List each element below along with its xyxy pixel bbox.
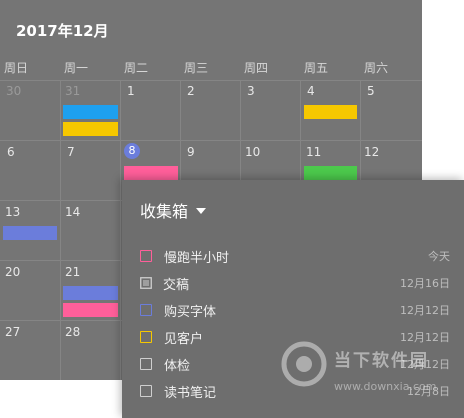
task-checkbox[interactable] xyxy=(140,250,152,262)
weekday-sun: 周日 xyxy=(4,61,29,75)
task-date: 12月12日 xyxy=(400,331,450,344)
event-bar-yellow[interactable] xyxy=(63,122,118,136)
day-cell-label[interactable]: 21 xyxy=(65,265,80,279)
grid-line xyxy=(0,140,422,141)
month-title: 2017年12月 xyxy=(16,22,109,40)
task-item[interactable]: 慢跑半小时 今天 xyxy=(140,246,450,266)
inbox-dropdown[interactable]: 收集箱 xyxy=(140,198,207,222)
task-item[interactable]: 见客户 12月12日 xyxy=(140,327,450,347)
caret-down-icon xyxy=(196,208,207,214)
event-bar-green[interactable] xyxy=(304,166,357,180)
today-marker[interactable]: 8 xyxy=(124,143,140,159)
event-bar-pink[interactable] xyxy=(63,303,118,317)
day-cell-label[interactable]: 13 xyxy=(5,205,20,219)
day-cell-label[interactable]: 5 xyxy=(367,84,375,98)
day-cell-label[interactable]: 9 xyxy=(187,145,195,159)
task-date: 12月16日 xyxy=(400,277,450,290)
day-cell-label[interactable]: 30 xyxy=(6,84,21,98)
task-item[interactable]: 读书笔记 12月8日 xyxy=(140,381,450,401)
task-checkbox[interactable] xyxy=(140,358,152,370)
weekday-header: 周日 周一 周二 周三 周四 周五 周六 xyxy=(0,59,422,79)
day-cell-label[interactable]: 12 xyxy=(364,145,379,159)
weekday-thu: 周四 xyxy=(244,61,269,75)
day-cell-label[interactable]: 6 xyxy=(7,145,15,159)
day-cell-label[interactable]: 14 xyxy=(65,205,80,219)
task-checkbox[interactable] xyxy=(140,304,152,316)
task-label: 交稿 xyxy=(163,277,190,293)
day-cell-label[interactable]: 27 xyxy=(5,325,20,339)
day-cell-label[interactable]: 20 xyxy=(5,265,20,279)
weekday-fri: 周五 xyxy=(304,61,329,75)
task-date: 12月12日 xyxy=(400,358,450,371)
document-icon[interactable] xyxy=(140,277,152,289)
day-cell-label[interactable]: 7 xyxy=(67,145,75,159)
task-label: 见客户 xyxy=(164,331,204,347)
task-label: 慢跑半小时 xyxy=(164,250,230,266)
day-cell-label[interactable]: 10 xyxy=(245,145,260,159)
event-bar-purple[interactable] xyxy=(63,286,118,300)
inbox-panel: 收集箱 慢跑半小时 今天 交稿 12月16日 购买字体 12月12日 见客户 1… xyxy=(122,180,464,418)
grid-line xyxy=(0,80,422,81)
task-item[interactable]: 体检 12月12日 xyxy=(140,354,450,374)
event-bar-blue[interactable] xyxy=(63,105,118,119)
event-bar-purple[interactable] xyxy=(3,226,57,240)
day-cell-label[interactable]: 11 xyxy=(306,145,321,159)
weekday-mon: 周一 xyxy=(64,61,89,75)
task-label: 购买字体 xyxy=(164,304,217,320)
task-item[interactable]: 交稿 12月16日 xyxy=(140,273,450,293)
weekday-sat: 周六 xyxy=(364,61,389,75)
task-checkbox[interactable] xyxy=(140,331,152,343)
task-checkbox[interactable] xyxy=(140,385,152,397)
grid-line xyxy=(60,80,61,380)
task-label: 体检 xyxy=(164,358,191,374)
day-cell-label[interactable]: 28 xyxy=(65,325,80,339)
day-cell-label[interactable]: 31 xyxy=(65,84,80,98)
task-date: 12月12日 xyxy=(400,304,450,317)
inbox-title: 收集箱 xyxy=(140,202,189,221)
task-date: 今天 xyxy=(428,250,450,263)
task-label: 读书笔记 xyxy=(164,385,217,401)
day-cell-label[interactable]: 2 xyxy=(187,84,195,98)
day-cell-label[interactable]: 3 xyxy=(247,84,255,98)
task-date: 12月8日 xyxy=(407,385,450,398)
weekday-tue: 周二 xyxy=(124,61,149,75)
day-cell-label[interactable]: 4 xyxy=(307,84,315,98)
event-bar-pink[interactable] xyxy=(124,166,178,180)
grid-line xyxy=(120,80,121,380)
event-bar-yellow[interactable] xyxy=(304,105,357,119)
task-item[interactable]: 购买字体 12月12日 xyxy=(140,300,450,320)
weekday-wed: 周三 xyxy=(184,61,209,75)
day-cell-label[interactable]: 1 xyxy=(127,84,135,98)
